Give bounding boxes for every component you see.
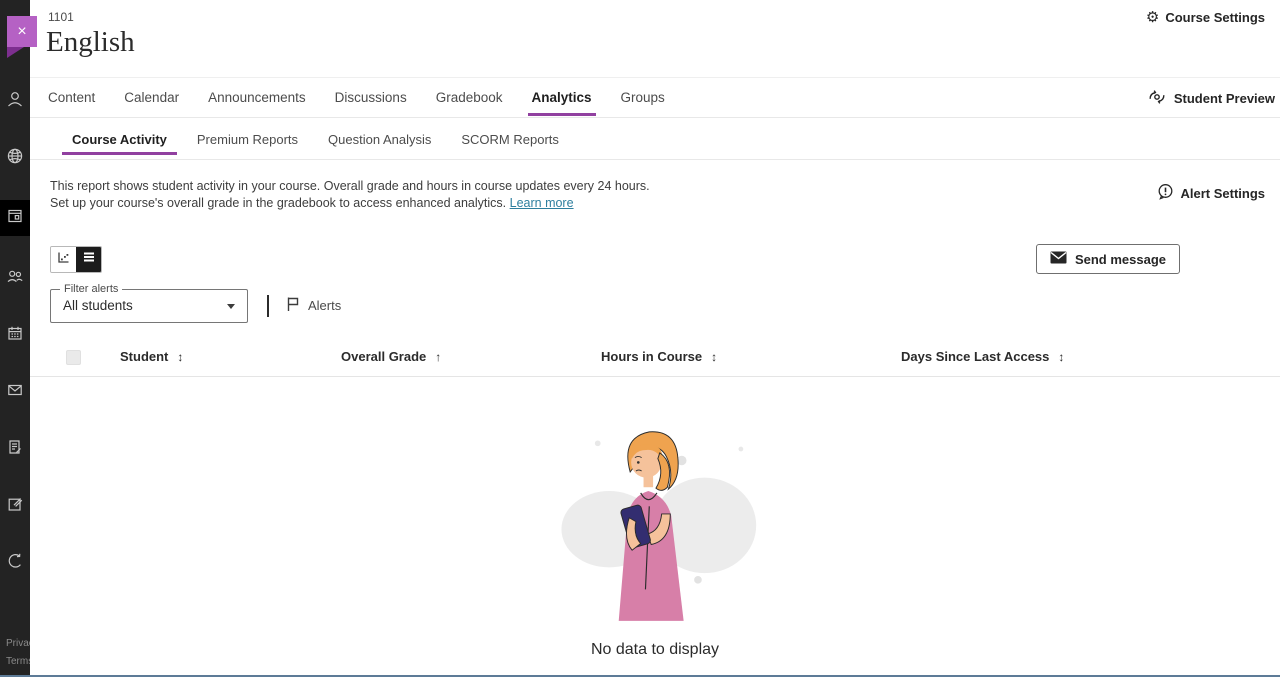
tab-groups[interactable]: Groups bbox=[621, 78, 665, 117]
learn-more-link[interactable]: Learn more bbox=[510, 196, 574, 210]
sign-out-icon bbox=[6, 552, 24, 575]
analytics-sub-tab-bar: Course Activity Premium Reports Question… bbox=[30, 119, 1280, 160]
view-toggle-group bbox=[50, 246, 102, 273]
filter-alerts-label: Filter alerts bbox=[60, 283, 122, 295]
sidebar-item-organizations[interactable] bbox=[0, 263, 30, 293]
chevron-down-icon bbox=[227, 304, 235, 309]
alert-settings-button[interactable]: Alert Settings bbox=[1157, 183, 1265, 203]
column-header-overall-grade[interactable]: Overall Grade ↑ bbox=[341, 349, 441, 364]
courses-icon bbox=[6, 207, 24, 230]
privacy-link[interactable]: Privacy bbox=[6, 635, 30, 653]
subtab-premium-reports[interactable]: Premium Reports bbox=[197, 119, 298, 159]
report-description: This report shows student activity in yo… bbox=[50, 178, 650, 212]
student-preview-icon bbox=[1147, 89, 1167, 108]
course-settings-label: Course Settings bbox=[1165, 10, 1265, 25]
globe-icon bbox=[6, 147, 24, 170]
column-header-hours-in-course[interactable]: Hours in Course ↕ bbox=[601, 349, 717, 364]
alerts-label: Alerts bbox=[308, 298, 341, 313]
compose-icon bbox=[6, 495, 24, 518]
tab-analytics[interactable]: Analytics bbox=[532, 78, 592, 117]
sort-icon[interactable]: ↕ bbox=[1058, 350, 1064, 364]
organizations-icon bbox=[6, 267, 24, 290]
report-description-line2: Set up your course's overall grade in th… bbox=[50, 196, 506, 210]
empty-state: No data to display bbox=[30, 420, 1280, 659]
list-view-button[interactable] bbox=[76, 247, 101, 272]
course-settings-button[interactable]: ⚙ Course Settings bbox=[1146, 10, 1265, 25]
send-message-button[interactable]: Send message bbox=[1036, 244, 1180, 274]
empty-state-message: No data to display bbox=[591, 641, 719, 659]
chart-view-button[interactable] bbox=[51, 247, 76, 272]
alert-bubble-icon bbox=[1157, 183, 1174, 203]
column-header-days-since-last-access[interactable]: Days Since Last Access ↕ bbox=[901, 349, 1064, 364]
sidebar-item-grades[interactable] bbox=[0, 434, 30, 464]
sidebar-item-messages[interactable] bbox=[0, 377, 30, 407]
sort-icon[interactable]: ↕ bbox=[711, 350, 717, 364]
sidebar-item-profile[interactable] bbox=[0, 86, 30, 116]
tab-announcements[interactable]: Announcements bbox=[208, 78, 306, 117]
student-preview-label: Student Preview bbox=[1174, 91, 1275, 106]
toolbar-divider bbox=[267, 295, 269, 317]
alert-settings-label: Alert Settings bbox=[1180, 186, 1265, 201]
grades-icon bbox=[6, 438, 24, 461]
tab-discussions[interactable]: Discussions bbox=[335, 78, 407, 117]
tab-calendar[interactable]: Calendar bbox=[124, 78, 179, 117]
envelope-icon bbox=[1050, 251, 1067, 267]
send-message-label: Send message bbox=[1075, 252, 1166, 267]
close-course-button[interactable]: × bbox=[7, 16, 37, 58]
subtab-scorm-reports[interactable]: SCORM Reports bbox=[461, 119, 559, 159]
sidebar-item-sign-out[interactable] bbox=[0, 548, 30, 578]
close-icon: × bbox=[17, 23, 26, 41]
filter-alerts-select[interactable]: Filter alerts All students bbox=[50, 289, 248, 323]
base-navigation-sidebar: Privacy Terms bbox=[0, 0, 30, 675]
no-data-illustration bbox=[550, 420, 760, 627]
tab-gradebook[interactable]: Gradebook bbox=[436, 78, 503, 117]
tab-content[interactable]: Content bbox=[48, 78, 95, 117]
sort-icon[interactable]: ↕ bbox=[177, 350, 183, 364]
course-title: English bbox=[46, 26, 135, 59]
sidebar-item-institution-page[interactable] bbox=[0, 143, 30, 173]
course-tab-bar: Content Calendar Announcements Discussio… bbox=[30, 77, 1280, 118]
flag-icon bbox=[285, 296, 300, 315]
filter-alerts-value: All students bbox=[63, 298, 133, 313]
subtab-question-analysis[interactable]: Question Analysis bbox=[328, 119, 431, 159]
sidebar-item-tools[interactable] bbox=[0, 491, 30, 521]
envelope-icon bbox=[6, 381, 24, 404]
sidebar-item-courses[interactable] bbox=[0, 200, 30, 236]
report-description-line1: This report shows student activity in yo… bbox=[50, 178, 650, 195]
list-icon bbox=[82, 250, 96, 269]
close-button-fold bbox=[7, 47, 24, 58]
course-page: 1101 English ⚙ Course Settings Content C… bbox=[30, 0, 1280, 675]
course-id: 1101 bbox=[48, 10, 74, 24]
alerts-button[interactable]: Alerts bbox=[285, 296, 341, 315]
sidebar-footer: Privacy Terms bbox=[6, 635, 30, 671]
terms-link[interactable]: Terms bbox=[6, 653, 30, 671]
select-all-checkbox[interactable] bbox=[66, 350, 81, 365]
student-preview-button[interactable]: Student Preview bbox=[1147, 78, 1275, 119]
subtab-course-activity[interactable]: Course Activity bbox=[72, 119, 167, 159]
calendar-icon bbox=[6, 324, 24, 347]
gear-icon: ⚙ bbox=[1146, 10, 1159, 25]
profile-icon bbox=[6, 90, 24, 113]
student-table-header: Student ↕ Overall Grade ↑ Hours in Cours… bbox=[30, 344, 1280, 377]
app-window: Privacy Terms × 1101 English ⚙ Course Se… bbox=[0, 0, 1280, 677]
chart-icon bbox=[56, 250, 71, 270]
column-header-student[interactable]: Student ↕ bbox=[120, 349, 183, 364]
sort-asc-icon[interactable]: ↑ bbox=[435, 350, 441, 364]
sidebar-item-calendar[interactable] bbox=[0, 320, 30, 350]
